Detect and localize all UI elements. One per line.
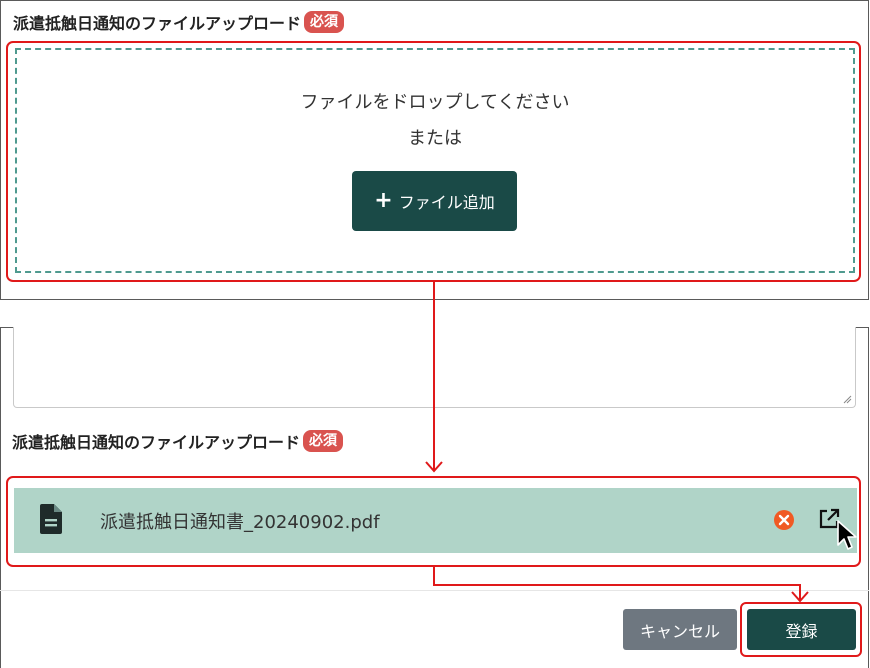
footer-divider <box>0 590 869 591</box>
upload-field-label: 派遣抵触日通知のファイルアップロード 必須 <box>13 10 345 34</box>
plus-icon: + <box>374 188 393 213</box>
file-name[interactable]: 派遣抵触日通知書_20240902.pdf <box>100 508 380 534</box>
upload-label-text: 派遣抵触日通知のファイルアップロード <box>13 14 302 33</box>
file-dropzone[interactable]: ファイルをドロップしてください または <box>15 48 855 273</box>
or-text: または <box>408 128 462 149</box>
add-file-button[interactable]: + ファイル追加 <box>352 171 517 231</box>
resize-grip-icon[interactable] <box>843 395 852 404</box>
remove-file-icon[interactable] <box>773 509 795 531</box>
mouse-cursor-icon <box>837 520 857 550</box>
memo-textarea[interactable] <box>13 327 856 408</box>
cancel-button[interactable]: キャンセル <box>623 609 737 650</box>
uploaded-field-label: 派遣抵触日通知のファイルアップロード 必須 <box>12 429 344 453</box>
uploaded-file-row: 派遣抵触日通知書_20240902.pdf <box>14 488 857 553</box>
required-badge: 必須 <box>304 11 345 33</box>
uploaded-label-text: 派遣抵触日通知のファイルアップロード <box>12 433 301 452</box>
drop-instruction: ファイルをドロップしてください <box>300 92 570 113</box>
required-badge: 必須 <box>303 430 344 452</box>
add-file-label: ファイル追加 <box>398 193 495 212</box>
file-icon <box>40 504 62 534</box>
register-button[interactable]: 登録 <box>747 609 856 650</box>
